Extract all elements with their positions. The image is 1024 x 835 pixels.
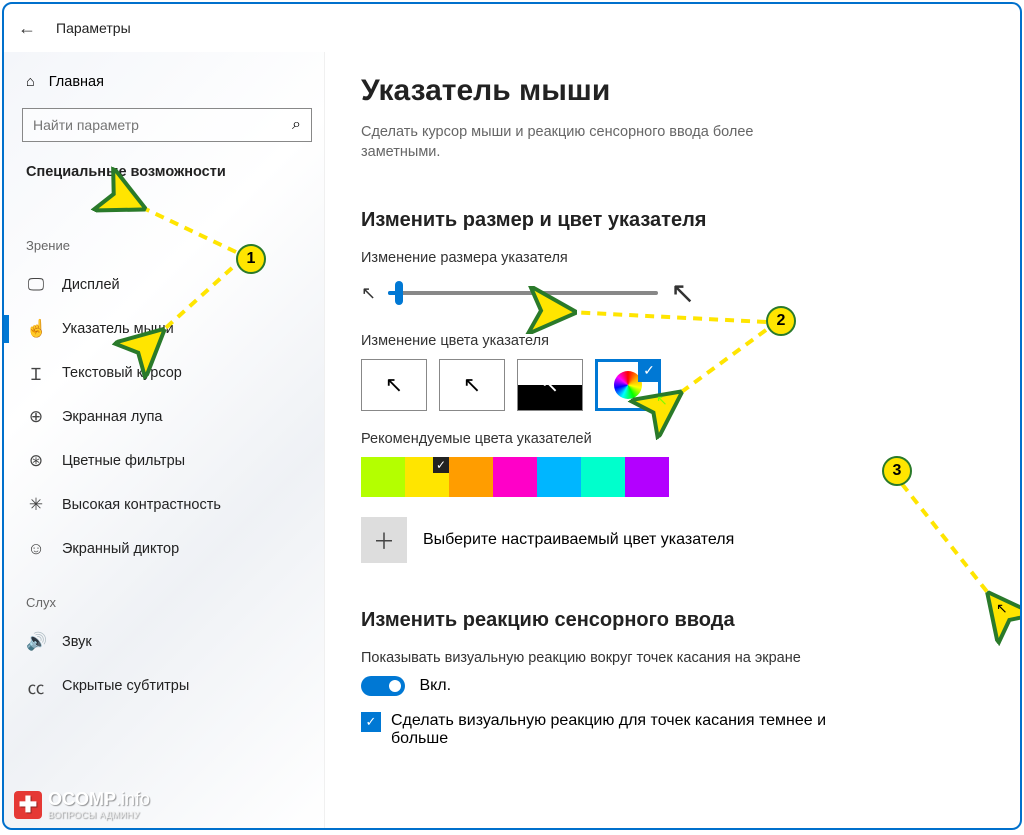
slider-label: Изменение размера указателя: [361, 250, 970, 266]
toggle-state: Вкл.: [419, 677, 451, 694]
audio-icon: 🔊: [26, 632, 46, 652]
search-input[interactable]: [33, 117, 292, 133]
page-desc: Сделать курсор мыши и реакцию сенсорного…: [361, 122, 821, 163]
color-filters-icon: ⊛: [26, 451, 46, 471]
sidebar-item-narrator[interactable]: ☺Экранный диктор: [22, 527, 324, 571]
page-title: Указатель мыши: [361, 74, 970, 108]
section-touch: Изменить реакцию сенсорного ввода: [361, 609, 970, 632]
cursor-large-icon: ↖: [670, 276, 695, 311]
color-swatch[interactable]: [581, 457, 625, 497]
window-title: Параметры: [56, 20, 131, 36]
magnifier-icon: ⊕: [26, 407, 46, 427]
arrow-icon: ↖: [541, 372, 559, 398]
search-input-wrap[interactable]: ⌕: [22, 108, 312, 142]
color-label: Изменение цвета указателя: [361, 333, 970, 349]
main-content: Указатель мыши Сделать курсор мыши и реа…: [324, 52, 1020, 828]
custom-color-label: Выберите настраиваемый цвет указателя: [423, 531, 734, 549]
display-icon: 🖵: [26, 275, 46, 295]
sidebar-item-text-cursor[interactable]: ꞮТекстовый курсор: [22, 351, 324, 395]
sidebar-home[interactable]: ⌂ Главная: [22, 66, 324, 108]
arrow-icon: ↖: [463, 372, 481, 398]
sidebar-item-color-filters[interactable]: ⊛Цветные фильтры: [22, 439, 324, 483]
pointer-color-white[interactable]: ↖: [361, 359, 427, 411]
color-swatch[interactable]: [449, 457, 493, 497]
sidebar: ⌂ Главная ⌕ Специальные возможности Зрен…: [4, 52, 324, 828]
group-hearing: Слух: [26, 595, 324, 610]
home-icon: ⌂: [26, 74, 35, 90]
size-slider[interactable]: [388, 291, 658, 295]
cc-icon: ㏄: [26, 674, 46, 699]
color-swatch[interactable]: [405, 457, 449, 497]
touch-feedback-toggle[interactable]: [361, 676, 405, 696]
sidebar-item-audio[interactable]: 🔊Звук: [22, 620, 324, 664]
pointer-color-black[interactable]: ↖: [439, 359, 505, 411]
check-icon: ✓: [638, 360, 660, 382]
section-size-color: Изменить размер и цвет указателя: [361, 209, 970, 232]
home-label: Главная: [49, 74, 104, 90]
touch-desc: Показывать визуальную реакцию вокруг точ…: [361, 650, 801, 666]
narrator-icon: ☺: [26, 539, 46, 559]
cross-icon: ✚: [14, 791, 42, 819]
arrow-icon: ↖: [385, 372, 403, 398]
pointer-color-inverted[interactable]: ↖: [517, 359, 583, 411]
text-cursor-icon: Ɪ: [26, 362, 46, 385]
sidebar-item-magnifier[interactable]: ⊕Экранная лупа: [22, 395, 324, 439]
watermark-logo: ✚ OCOMP.info ВОПРОСЫ АДМИНУ: [14, 789, 150, 820]
color-swatch[interactable]: [625, 457, 669, 497]
darker-feedback-label: Сделать визуальную реакцию для точек кас…: [391, 712, 841, 748]
pointer-icon: ☝: [26, 319, 46, 339]
sidebar-item-pointer[interactable]: ☝Указатель мыши: [22, 307, 324, 351]
back-button[interactable]: ←: [18, 18, 36, 39]
group-vision: Зрение: [26, 238, 324, 253]
cursor-small-icon: ↖: [361, 283, 376, 304]
swatch-row: [361, 457, 970, 497]
sidebar-item-display[interactable]: 🖵Дисплей: [22, 263, 324, 307]
pointer-color-custom[interactable]: ✓: [595, 359, 661, 411]
sidebar-section-title: Специальные возможности: [22, 164, 324, 180]
sidebar-item-contrast[interactable]: ✳Высокая контрастность: [22, 483, 324, 527]
color-swatch[interactable]: [493, 457, 537, 497]
sidebar-item-cc[interactable]: ㏄Скрытые субтитры: [22, 664, 324, 708]
color-swatch[interactable]: [537, 457, 581, 497]
color-swatch[interactable]: [361, 457, 405, 497]
darker-feedback-checkbox[interactable]: ✓: [361, 712, 381, 732]
search-icon: ⌕: [292, 116, 301, 134]
recommended-label: Рекомендуемые цвета указателей: [361, 431, 970, 447]
contrast-icon: ✳: [26, 495, 46, 515]
add-custom-color[interactable]: ＋: [361, 517, 407, 563]
